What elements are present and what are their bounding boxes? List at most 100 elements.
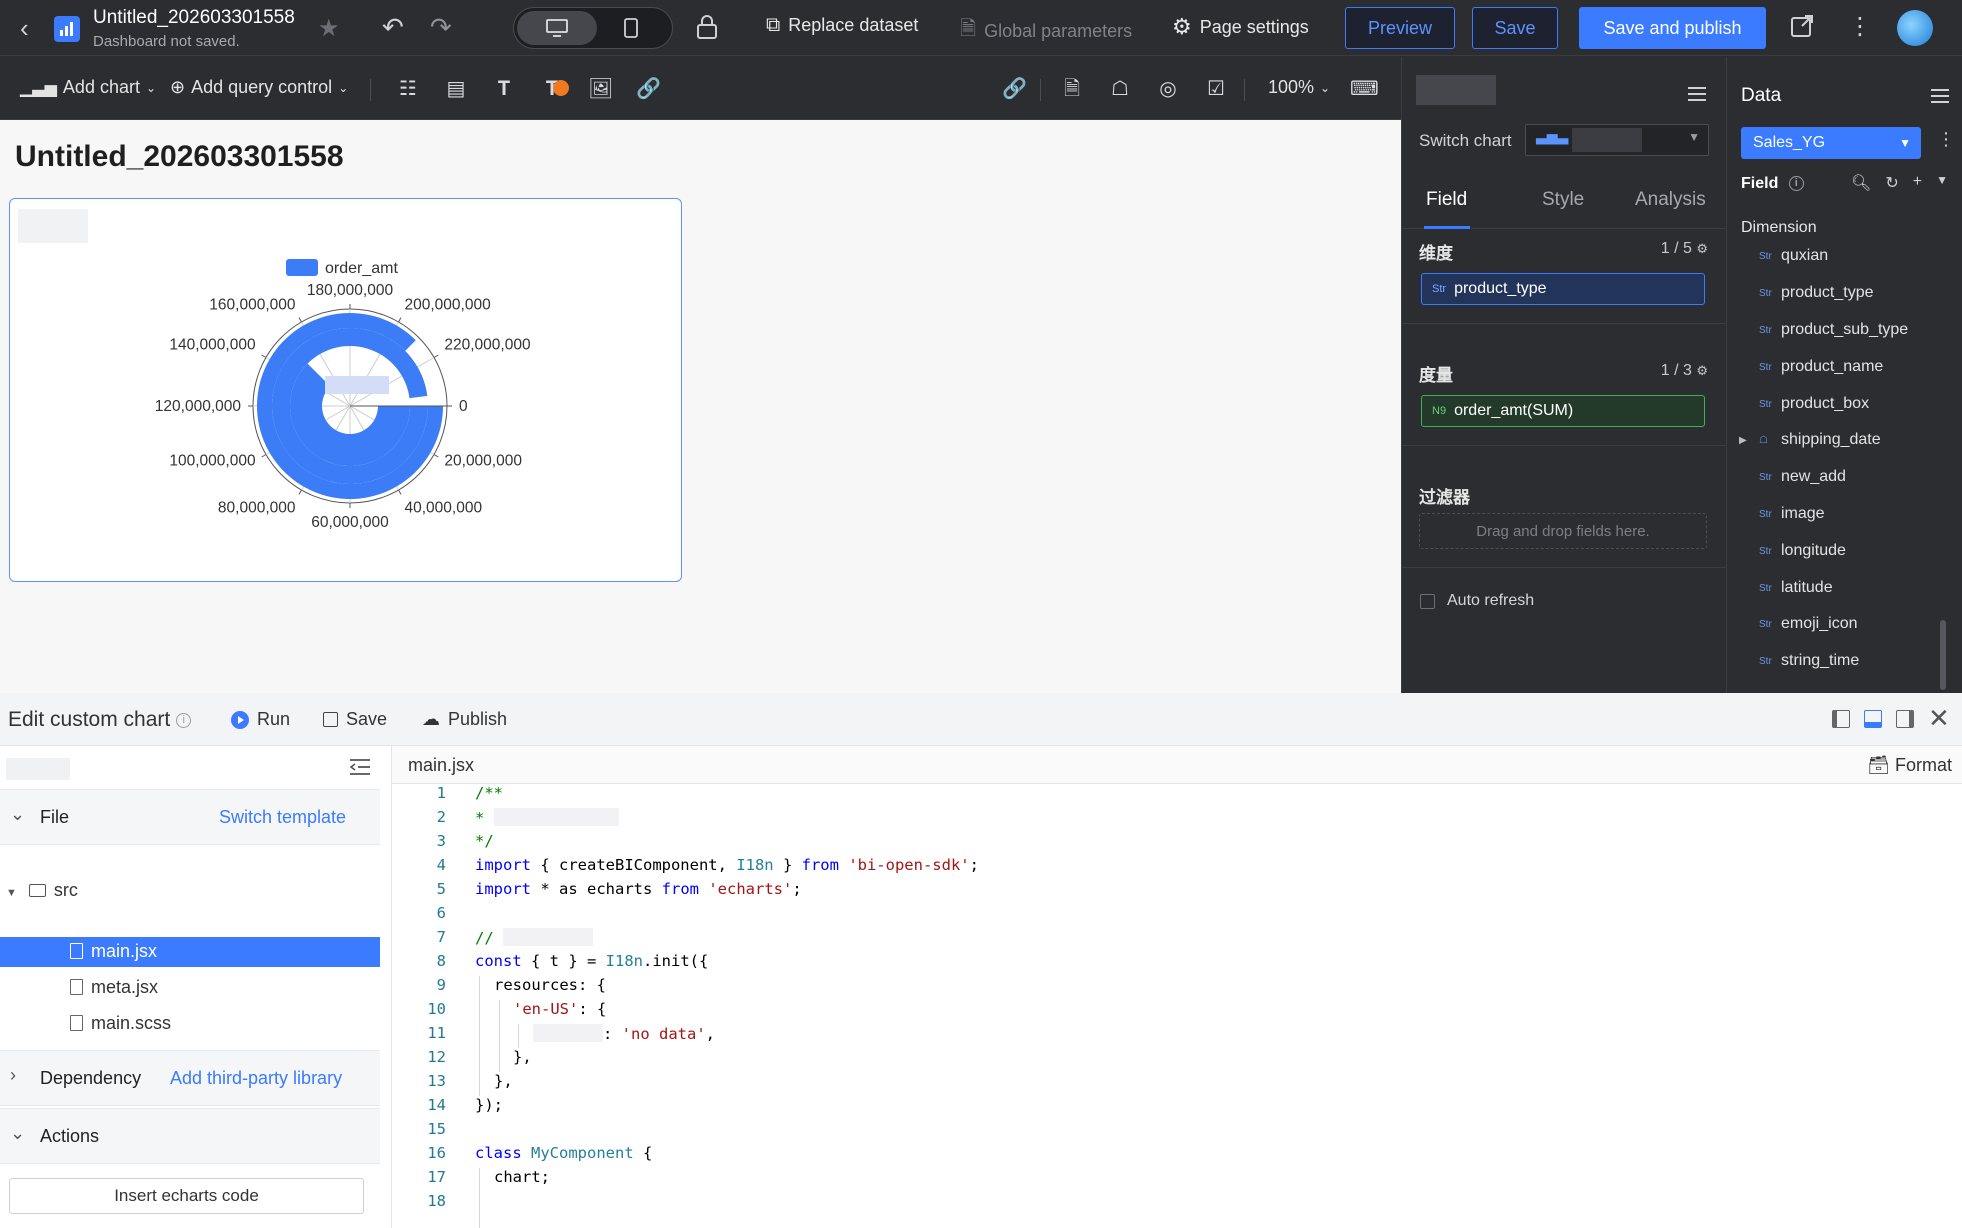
open-external-icon[interactable] (1790, 14, 1814, 38)
auto-refresh-checkbox[interactable] (1420, 594, 1435, 609)
replace-dataset-button[interactable]: ⧉ Replace dataset (766, 14, 918, 37)
desktop-view-button[interactable] (517, 11, 597, 45)
tab-analysis[interactable]: Analysis (1635, 189, 1706, 211)
string-type-icon: Str (1759, 582, 1772, 594)
cloud-upload-icon: ☁ (422, 709, 440, 729)
dashboard-title[interactable]: Untitled_202603301558 (93, 7, 295, 29)
insert-echarts-button[interactable]: Insert echarts code (9, 1178, 364, 1214)
measure-field-pill[interactable]: N9 order_amt(SUM) (1421, 395, 1705, 427)
save-button[interactable]: Save (1472, 7, 1558, 49)
dimension-list-heading: Dimension (1741, 219, 1817, 236)
global-parameters-button[interactable]: 🗎 Global parameters (960, 14, 1132, 48)
chart-config-panel: Switch chart ▃▅▃ ▼ Field Style Analysis … (1401, 57, 1727, 693)
settings-icon: ⚙ (1696, 241, 1708, 256)
chart-card[interactable]: order_amt 0 20,000,000 40,000,000 60,000,000… (9, 198, 682, 582)
dataset-select[interactable]: Sales_YG ▼ (1741, 127, 1921, 159)
report-icon[interactable]: 🗎 (1060, 77, 1084, 101)
dimension-field-pill[interactable]: Str product_type (1421, 273, 1705, 305)
phone-icon (624, 18, 638, 38)
editor-save-button[interactable]: Save (323, 709, 387, 730)
list-item[interactable]: Str product_name (1759, 358, 1883, 376)
save-and-publish-button[interactable]: Save and publish (1579, 7, 1766, 49)
divider (1402, 323, 1727, 324)
format-button[interactable]: 🗃︎ Format (1867, 755, 1952, 776)
undo-icon[interactable]: ↶ (382, 12, 404, 43)
chevron-down-icon: ⌄ (10, 804, 26, 824)
folder-src[interactable]: ▼ src (6, 880, 386, 901)
star-icon[interactable]: ★ (318, 14, 340, 43)
layout-left-icon[interactable] (1832, 710, 1850, 728)
code-line: /** (475, 784, 503, 802)
list-item[interactable]: Str longitude (1759, 542, 1846, 560)
actions-section-header[interactable]: ⌄ Actions (0, 1108, 380, 1164)
add-query-control-menu[interactable]: ⊕ Add query control ⌄ (170, 77, 348, 98)
add-library-link[interactable]: Add third-party library (170, 1068, 342, 1089)
dependency-section-header[interactable]: › Dependency Add third-party library (0, 1050, 380, 1106)
list-item[interactable]: Str latitude (1759, 579, 1833, 597)
inspect-icon[interactable]: ◎ (1156, 77, 1180, 101)
add-chart-menu[interactable]: ▁▃▅ Add chart ⌄ (20, 77, 156, 98)
string-type-icon: Str (1759, 471, 1772, 483)
layout-bottom-icon[interactable] (1864, 710, 1882, 728)
refresh-icon[interactable]: ↻ (1885, 173, 1898, 193)
more-options-icon[interactable]: ⋮ (1848, 12, 1872, 41)
link-icon[interactable]: 🔗 (636, 77, 661, 101)
back-icon[interactable]: ‹ (20, 14, 42, 42)
text-icon[interactable]: 𝐓 (492, 77, 516, 101)
add-icon[interactable]: + (1913, 173, 1922, 193)
switch-chart-select[interactable]: ▃▅▃ ▼ (1525, 124, 1709, 156)
lock-icon[interactable] (696, 14, 718, 40)
list-item[interactable]: ▶ ☖ shipping_date (1739, 431, 1881, 449)
tab-style[interactable]: Style (1542, 189, 1584, 211)
image-icon[interactable]: 🖼 (588, 77, 613, 101)
search-icon[interactable]: 🔍︎ (1851, 173, 1871, 193)
code-tab-bar: main.jsx 🗃︎ Format (392, 746, 1962, 784)
data-panel-scrollbar[interactable] (1940, 620, 1946, 690)
list-item[interactable]: Str product_sub_type (1759, 321, 1908, 339)
code-lines: /** * */ import { createBIComponent, I18… (392, 784, 1962, 1228)
collapse-data-panel-icon[interactable] (1931, 89, 1949, 103)
tab-container-icon[interactable]: ▤ (444, 77, 468, 101)
run-button[interactable]: Run (231, 709, 290, 730)
dashboard-logo-icon (54, 16, 80, 42)
tab-field[interactable]: Field (1426, 189, 1467, 211)
list-item[interactable]: Str string_time (1759, 652, 1859, 670)
keyboard-icon[interactable]: ⌨ (1350, 77, 1379, 101)
page-settings-button[interactable]: ⚙ Page settings (1172, 14, 1309, 40)
list-item[interactable]: Str quxian (1759, 247, 1828, 265)
legend-swatch[interactable] (286, 259, 318, 276)
string-type-icon: Str (1759, 361, 1772, 373)
list-item[interactable]: Str new_add (1759, 468, 1846, 486)
chevron-down-icon[interactable]: ▼ (1936, 173, 1948, 193)
mobile-view-button[interactable] (591, 11, 671, 45)
list-item[interactable]: Str emoji_icon (1759, 615, 1857, 633)
filter-drop-zone[interactable]: Drag and drop fields here. (1419, 513, 1707, 549)
layout-icon[interactable]: ☷ (396, 77, 420, 101)
redo-icon[interactable]: ↷ (430, 12, 452, 43)
check-icon[interactable]: ☑ (1204, 77, 1228, 101)
file-section-header[interactable]: ⌄ File Switch template (0, 789, 380, 845)
linkage-icon[interactable]: 🔗 (1002, 77, 1027, 101)
preview-button[interactable]: Preview (1345, 7, 1455, 49)
layout-right-icon[interactable] (1896, 710, 1914, 728)
collapse-panel-icon[interactable] (1688, 87, 1706, 101)
list-item[interactable]: Str image (1759, 505, 1825, 523)
tick-label: 140,000,000 (169, 337, 256, 354)
hierarchy-icon[interactable]: ☖ (1108, 77, 1132, 101)
list-item[interactable]: Str product_box (1759, 395, 1869, 413)
zoom-select[interactable]: 100% ⌄ (1268, 77, 1330, 98)
tick-label: 40,000,000 (405, 499, 483, 516)
tab-main-jsx[interactable]: main.jsx (408, 755, 474, 776)
avatar[interactable] (1897, 10, 1933, 46)
file-icon (70, 943, 83, 959)
code-editor[interactable]: main.jsx 🗃︎ Format 1 2 3 4 5 6 7 8 9 10 … (392, 746, 1962, 1228)
indent-guide (479, 976, 480, 1096)
info-icon: i (176, 712, 192, 728)
switch-template-link[interactable]: Switch template (219, 807, 346, 828)
legend-label[interactable]: order_amt (325, 260, 398, 277)
publish-button[interactable]: ☁ Publish (422, 709, 507, 730)
close-icon[interactable]: ✕ (1928, 703, 1950, 734)
collapse-tree-icon[interactable] (350, 758, 370, 776)
list-item[interactable]: Str product_type (1759, 284, 1874, 302)
more-options-icon[interactable]: ⋮ (1937, 129, 1955, 150)
